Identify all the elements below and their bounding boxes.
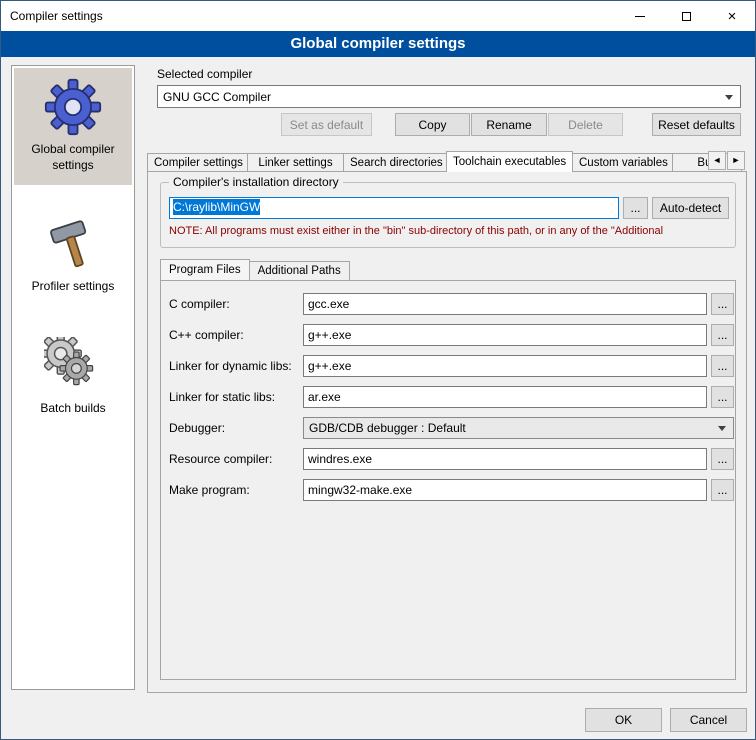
resource-compiler-browse-button[interactable]: ... — [711, 448, 734, 470]
minimize-icon — [635, 16, 645, 17]
make-program-browse-button[interactable]: ... — [711, 479, 734, 501]
debugger-select-value: GDB/CDB debugger : Default — [309, 421, 466, 435]
installation-directory-group: Compiler's installation directory C:\ray… — [160, 182, 736, 248]
rename-button[interactable]: Rename — [471, 113, 547, 136]
debugger-row: Debugger: GDB/CDB debugger : Default — [161, 417, 735, 439]
sidebar-item-label: Profiler settings — [32, 279, 115, 295]
c-compiler-input[interactable] — [303, 293, 707, 315]
gears-icon — [44, 337, 102, 395]
cancel-button[interactable]: Cancel — [670, 708, 747, 732]
ok-button[interactable]: OK — [585, 708, 662, 732]
hammer-icon — [44, 215, 102, 273]
sidebar-item-batch-builds[interactable]: Batch builds — [14, 327, 132, 429]
selected-compiler-label: Selected compiler — [157, 67, 252, 81]
arrow-right-icon: ► — [732, 155, 741, 165]
make-program-row: Make program: ... — [161, 479, 735, 501]
cpp-compiler-browse-button[interactable]: ... — [711, 324, 734, 346]
chevron-down-icon — [725, 95, 733, 100]
gear-icon — [44, 78, 102, 136]
sidebar-item-label: Batch builds — [40, 401, 105, 417]
cpp-compiler-row: C++ compiler: ... — [161, 324, 735, 346]
settings-tabbar: Compiler settings Linker settings Search… — [147, 151, 747, 172]
tab-scroll-left-button[interactable]: ◄ — [708, 151, 726, 170]
c-compiler-browse-button[interactable]: ... — [711, 293, 734, 315]
resource-compiler-label: Resource compiler: — [169, 448, 272, 470]
sidebar-item-label: Global compiler settings — [16, 142, 130, 173]
tab-compiler-settings[interactable]: Compiler settings — [147, 153, 248, 172]
tab-custom-variables[interactable]: Custom variables — [572, 153, 673, 172]
dynamic-linker-row: Linker for dynamic libs: ... — [161, 355, 735, 377]
cpp-compiler-input[interactable] — [303, 324, 707, 346]
tab-scroll-right-button[interactable]: ► — [727, 151, 745, 170]
dynamic-linker-browse-button[interactable]: ... — [711, 355, 734, 377]
static-linker-browse-button[interactable]: ... — [711, 386, 734, 408]
set-as-default-button[interactable]: Set as default — [281, 113, 372, 136]
close-icon: × — [728, 9, 737, 24]
static-linker-input[interactable] — [303, 386, 707, 408]
program-files-panel: C compiler: ... C++ compiler: ... Linker… — [160, 280, 736, 680]
compiler-settings-window: Compiler settings × Global compiler sett… — [0, 0, 756, 740]
copy-button[interactable]: Copy — [395, 113, 470, 136]
static-linker-row: Linker for static libs: ... — [161, 386, 735, 408]
tab-additional-paths[interactable]: Additional Paths — [249, 261, 350, 280]
compiler-select-value: GNU GCC Compiler — [163, 90, 271, 104]
maximize-button[interactable] — [663, 1, 709, 31]
titlebar: Compiler settings × — [1, 1, 755, 31]
make-program-input[interactable] — [303, 479, 707, 501]
compiler-actions: Set as default Copy Rename Delete Reset … — [157, 113, 741, 136]
install-dir-note: NOTE: All programs must exist either in … — [169, 225, 731, 237]
minimize-button[interactable] — [617, 1, 663, 31]
chevron-down-icon — [718, 426, 726, 431]
auto-detect-button[interactable]: Auto-detect — [652, 197, 729, 219]
sidebar-item-profiler-settings[interactable]: Profiler settings — [14, 205, 132, 307]
close-button[interactable]: × — [709, 1, 755, 31]
cpp-compiler-label: C++ compiler: — [169, 324, 244, 346]
resource-compiler-row: Resource compiler: ... — [161, 448, 735, 470]
maximize-icon — [682, 12, 691, 21]
window-title: Compiler settings — [10, 1, 103, 31]
static-linker-label: Linker for static libs: — [169, 386, 275, 408]
tab-scroll-controls: ◄ ► — [707, 151, 745, 170]
window-controls: × — [617, 1, 755, 31]
install-dir-browse-button[interactable]: ... — [623, 197, 648, 219]
resource-compiler-input[interactable] — [303, 448, 707, 470]
tab-program-files[interactable]: Program Files — [160, 259, 250, 280]
arrow-left-icon: ◄ — [713, 155, 722, 165]
make-program-label: Make program: — [169, 479, 250, 501]
toolchain-executables-panel: Compiler's installation directory C:\ray… — [147, 171, 747, 693]
c-compiler-row: C compiler: ... — [161, 293, 735, 315]
c-compiler-label: C compiler: — [169, 293, 230, 315]
install-dir-value: C:\raylib\MinGW — [173, 199, 260, 215]
delete-button[interactable]: Delete — [548, 113, 623, 136]
debugger-label: Debugger: — [169, 417, 225, 439]
sidebar: Global compiler settings Profiler settin… — [11, 65, 135, 690]
dynamic-linker-input[interactable] — [303, 355, 707, 377]
sidebar-item-global-compiler-settings[interactable]: Global compiler settings — [14, 68, 132, 185]
debugger-select[interactable]: GDB/CDB debugger : Default — [303, 417, 734, 439]
page-title: Global compiler settings — [1, 31, 755, 57]
install-dir-input[interactable]: C:\raylib\MinGW — [169, 197, 619, 219]
reset-defaults-button[interactable]: Reset defaults — [652, 113, 741, 136]
tab-linker-settings[interactable]: Linker settings — [247, 153, 344, 172]
installation-directory-group-title: Compiler's installation directory — [169, 175, 343, 189]
dynamic-linker-label: Linker for dynamic libs: — [169, 355, 292, 377]
tab-toolchain-executables[interactable]: Toolchain executables — [446, 151, 573, 172]
compiler-select[interactable]: GNU GCC Compiler — [157, 85, 741, 108]
tab-search-directories[interactable]: Search directories — [343, 153, 447, 172]
program-files-tabbar: Program Files Additional Paths — [160, 260, 349, 280]
